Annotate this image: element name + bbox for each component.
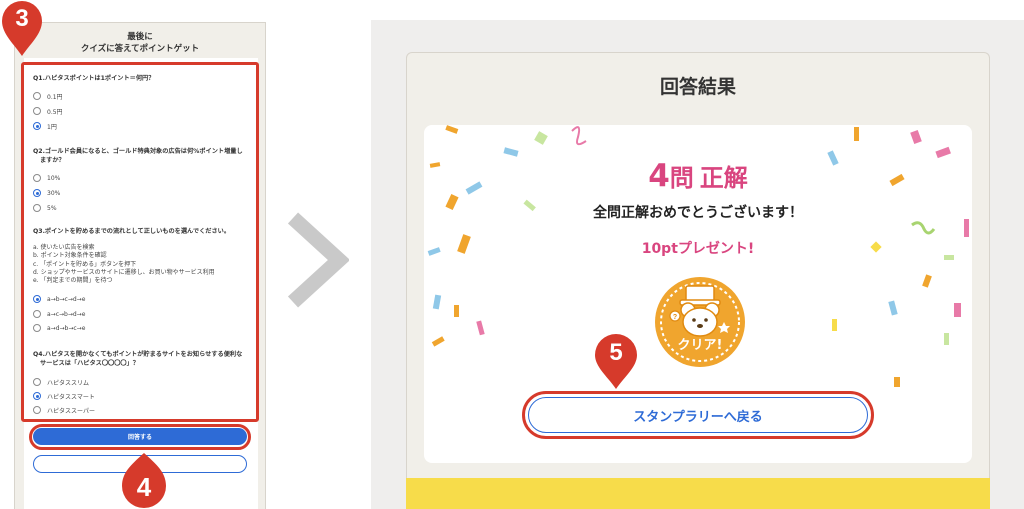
chevron-right-icon (283, 212, 351, 312)
marker-number: 3 (15, 5, 29, 32)
score-display: 4問 正解 (424, 158, 972, 194)
result-title: 回答結果 (659, 76, 736, 98)
quiz-highlight-frame (21, 62, 259, 422)
svg-text:?: ? (673, 314, 677, 321)
map-pin-marker-icon: 5 (593, 333, 639, 391)
badge-text: クリア! (677, 338, 723, 353)
score-label: 正解 (699, 164, 748, 192)
clear-badge-icon: ? クリア! (654, 276, 746, 372)
map-pin-marker-icon: 4 (120, 452, 168, 509)
points-awarded: 10ptプレゼント! (641, 241, 755, 257)
quiz-title-line1: 最後に (127, 32, 153, 42)
score-number: 4 (648, 158, 670, 194)
marker-number: 4 (136, 472, 152, 502)
submit-highlight-ring (29, 424, 251, 450)
score-unit: 問 (669, 164, 694, 192)
congrats-message: 全問正解おめでとうございます！ (593, 205, 803, 221)
marker-number: 5 (609, 339, 623, 366)
quiz-title: 最後に クイズに答えてポイントゲット (14, 31, 266, 55)
quiz-title-line2: クイズに答えてポイントゲット (80, 44, 200, 54)
map-pin-marker-icon: 3 (0, 0, 44, 58)
stamp-button-highlight-ring (522, 391, 874, 439)
footer-strip (406, 478, 990, 509)
